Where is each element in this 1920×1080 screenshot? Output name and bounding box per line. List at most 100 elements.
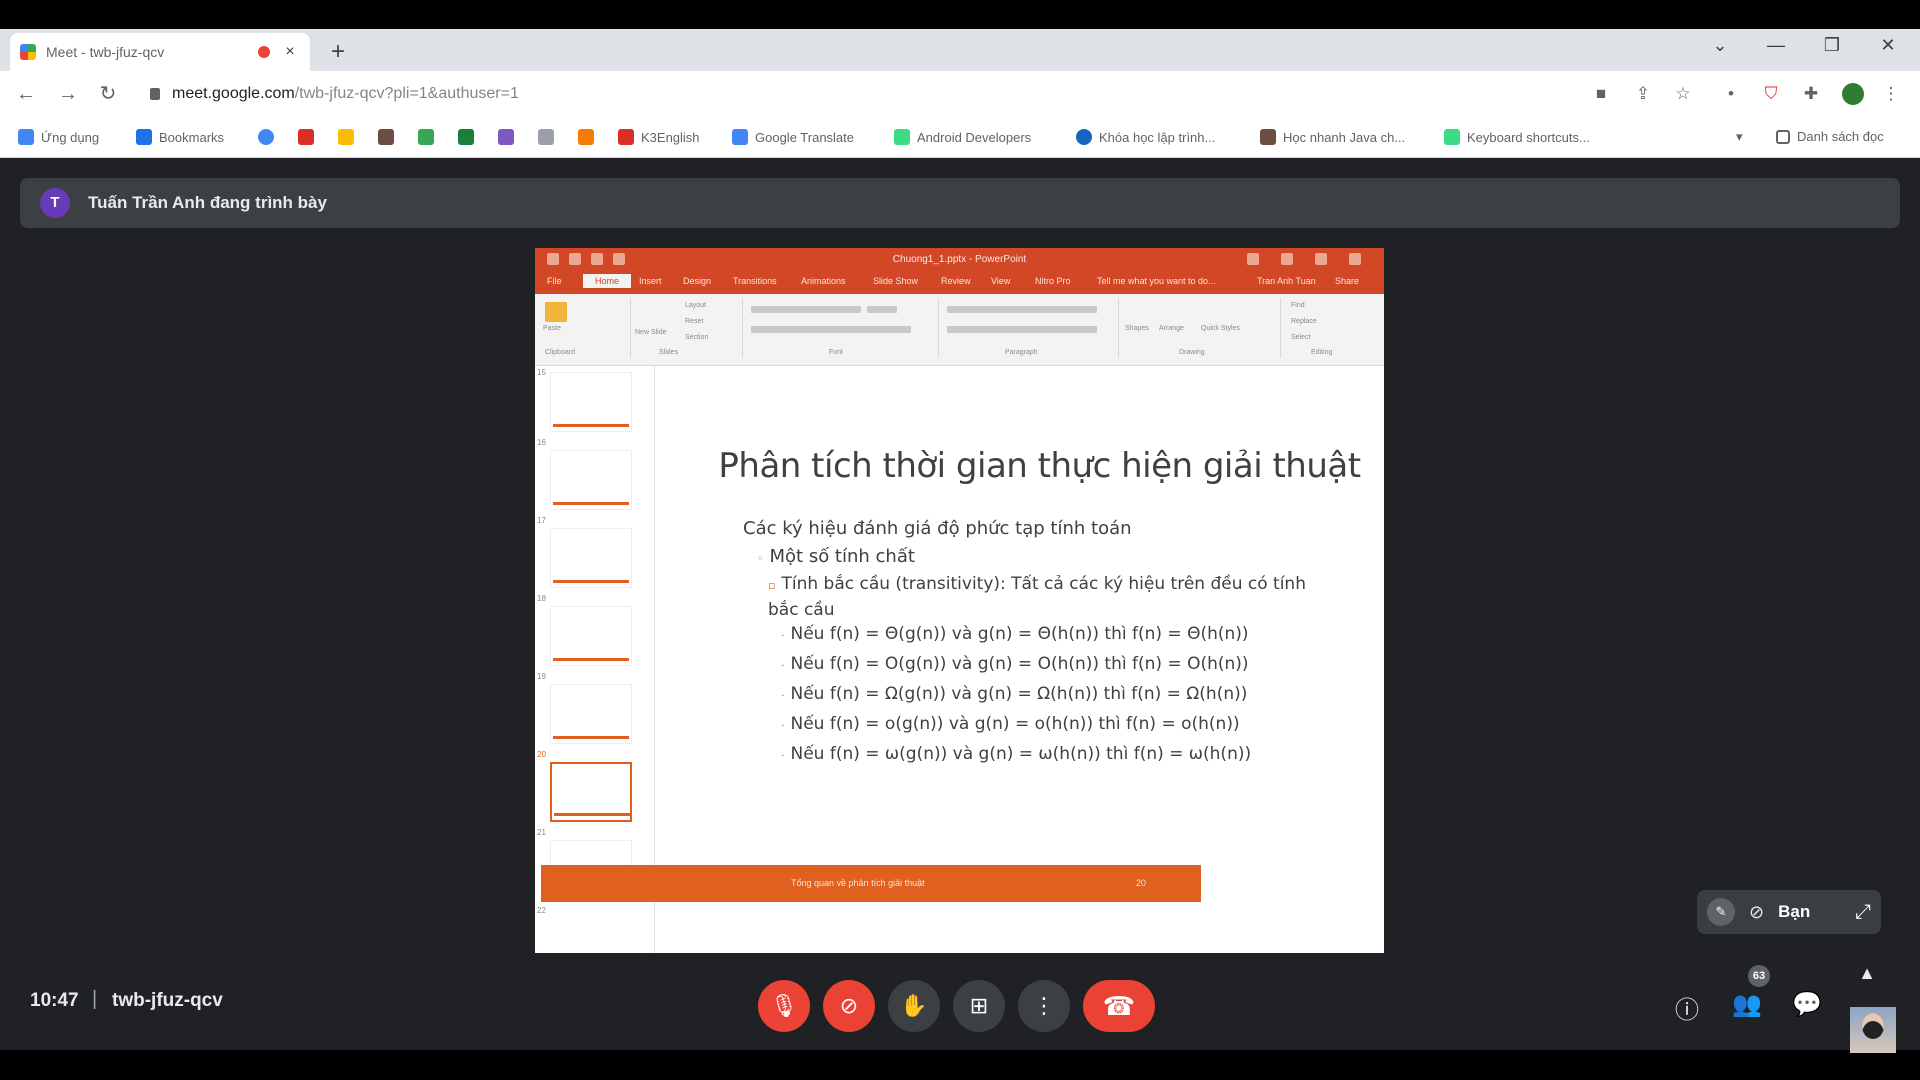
- camera-toggle-button[interactable]: ⊘: [823, 980, 875, 1032]
- pp-tab-slideshow: Slide Show: [873, 276, 919, 286]
- bookmark-bookmarks[interactable]: Bookmarks: [136, 129, 224, 145]
- bookmark-khoa-hoc[interactable]: Khóa học lập trình...: [1076, 129, 1215, 145]
- bookmark-icon-only[interactable]: [338, 129, 354, 145]
- extensions-puzzle-icon[interactable]: ✚: [1800, 83, 1822, 105]
- present-button[interactable]: ⊞: [953, 980, 1005, 1032]
- bookmark-label: Ứng dụng: [41, 129, 100, 145]
- ribbon-group-label: Paragraph: [1005, 349, 1038, 356]
- screen: Meet - twb-jfuz-qcv × + ⌄ — ❐ ✕ ← → ↻ me…: [0, 0, 1920, 1080]
- thumb-footer-bar: [553, 502, 629, 505]
- thumb-number: 17: [537, 516, 546, 525]
- bookmark-icon-only[interactable]: [298, 129, 314, 145]
- thumb-number: 16: [537, 438, 546, 447]
- self-view-tile[interactable]: ✎ ⊘ Bạn ⤢: [1697, 890, 1881, 934]
- bookmark-label: Google Translate: [755, 129, 855, 145]
- bookmark-android-developers[interactable]: Android Developers: [894, 129, 1031, 145]
- back-icon[interactable]: ←: [10, 79, 42, 111]
- ribbon-item-layout: Layout: [685, 302, 707, 309]
- ribbon-group-drawing: Shapes Arrange Quick Styles Drawing: [1119, 298, 1281, 358]
- present-screen-icon: ⊞: [969, 993, 989, 1018]
- font-name-box: [751, 306, 861, 313]
- thumb-footer-bar: [554, 813, 630, 816]
- browser-chrome: Meet - twb-jfuz-qcv × + ⌄ — ❐ ✕ ← → ↻ me…: [0, 29, 1920, 158]
- self-label: Bạn: [1778, 902, 1811, 921]
- bullet-mark: ·: [781, 629, 785, 642]
- new-tab-button[interactable]: +: [322, 37, 354, 69]
- ribbon-group-paragraph: Paragraph: [939, 298, 1119, 358]
- bookmark-icon-only[interactable]: [258, 129, 274, 145]
- align-buttons: [947, 326, 1097, 333]
- camera-icon[interactable]: ■: [1590, 83, 1612, 105]
- site-icon: [498, 129, 514, 145]
- pp-tab-design: Design: [683, 276, 712, 286]
- slide-thumbnail: [550, 606, 632, 666]
- menu-kebab-icon[interactable]: ⋮: [1880, 83, 1902, 105]
- bookmark-icon-only[interactable]: [578, 129, 594, 145]
- bookmark-java[interactable]: Học nhanh Java ch...: [1260, 129, 1405, 145]
- presenter-text: Tuấn Trần Anh đang trình bày: [88, 193, 327, 212]
- pp-tell-me: Tell me what you want to do...: [1097, 276, 1216, 286]
- powerpoint-ribbon: Paste Clipboard New Slide Layout Reset S…: [535, 294, 1384, 366]
- undo-icon: [569, 253, 581, 265]
- bookmarks-overflow-icon[interactable]: ▾: [1736, 129, 1743, 145]
- restore-icon[interactable]: ❐: [1812, 35, 1852, 56]
- meet-icon: [418, 129, 434, 145]
- ribbon-item-reset: Reset: [685, 318, 704, 325]
- bookmark-icon-only[interactable]: [418, 129, 434, 145]
- bookmark-icon-only[interactable]: [378, 129, 394, 145]
- bookmarks-bar: Ứng dụng Bookmarks K3English Google Tran…: [0, 117, 1920, 158]
- hang-up-icon: ☎: [1102, 991, 1136, 1021]
- pp-restore-icon: [1315, 253, 1327, 265]
- people-icon[interactable]: 👥: [1730, 990, 1764, 1019]
- thumb-number: 20: [537, 750, 546, 759]
- ribbon-item-arrange: Arrange: [1159, 325, 1184, 332]
- expand-icon[interactable]: ⤢: [1855, 901, 1871, 924]
- bookmark-icon-only[interactable]: [498, 129, 514, 145]
- tab-title: Meet - twb-jfuz-qcv: [46, 44, 165, 60]
- bookmark-google-translate[interactable]: Google Translate: [732, 129, 854, 145]
- bullet-mark: ▫: [768, 579, 776, 592]
- activities-icon[interactable]: ▲: [1850, 963, 1884, 984]
- font-format-buttons: [751, 326, 911, 333]
- extension-dot-icon[interactable]: •: [1720, 83, 1742, 105]
- bookmark-keyboard-shortcuts[interactable]: Keyboard shortcuts...: [1444, 129, 1590, 145]
- thumb-number: 21: [537, 828, 546, 837]
- close-tab-icon[interactable]: ×: [280, 43, 300, 61]
- profile-avatar-icon[interactable]: [1842, 83, 1864, 105]
- bookmark-apps[interactable]: Ứng dụng: [18, 129, 99, 145]
- mic-toggle-button[interactable]: 🎙: [758, 980, 810, 1032]
- leave-call-button[interactable]: ☎: [1083, 980, 1155, 1032]
- browser-tab[interactable]: Meet - twb-jfuz-qcv ×: [10, 33, 310, 71]
- meeting-info-icon[interactable]: ⓘ: [1670, 990, 1704, 1025]
- minimize-icon[interactable]: —: [1756, 35, 1796, 56]
- shield-extension-icon[interactable]: ⛉: [1760, 83, 1782, 105]
- reading-list[interactable]: Danh sách đọc: [1776, 129, 1884, 144]
- raise-hand-button[interactable]: ✋: [888, 980, 940, 1032]
- site-icon: [298, 129, 314, 145]
- bookmark-star-icon[interactable]: ☆: [1672, 83, 1694, 105]
- presenter-avatar: T: [40, 188, 70, 218]
- share-icon[interactable]: ⇪: [1632, 83, 1654, 105]
- more-options-button[interactable]: ⋮: [1018, 980, 1070, 1032]
- ribbon-group-editing: Find Replace Select Editing: [1281, 298, 1381, 358]
- forward-icon[interactable]: →: [52, 79, 84, 111]
- paste-icon: [545, 302, 567, 322]
- bookmark-icon-only[interactable]: [458, 129, 474, 145]
- slide-thumbnail-selected: [550, 762, 632, 822]
- bookmark-k3english[interactable]: K3English: [618, 129, 700, 145]
- reload-icon[interactable]: ↻: [92, 79, 124, 111]
- rule-text: Nếu f(n) = O(g(n)) và g(n) = O(h(n)) thì…: [790, 654, 1249, 674]
- redo-icon: [591, 253, 603, 265]
- thumb-footer-bar: [553, 424, 629, 427]
- browser-toolbar: ← → ↻ meet.google.com/twb-jfuz-qcv?pli=1…: [0, 71, 1920, 117]
- android-icon: [894, 129, 910, 145]
- chat-icon[interactable]: 💬: [1790, 990, 1824, 1019]
- rule-text: Nếu f(n) = ω(g(n)) và g(n) = ω(h(n)) thì…: [790, 744, 1252, 764]
- tab-search-icon[interactable]: ⌄: [1700, 35, 1740, 56]
- bookmark-icon-only[interactable]: [538, 129, 554, 145]
- address-bar[interactable]: meet.google.com/twb-jfuz-qcv?pli=1&authu…: [140, 77, 1560, 111]
- meeting-code: twb-jfuz-qcv: [112, 990, 223, 1011]
- ribbon-item-find: Find: [1291, 302, 1305, 309]
- close-window-icon[interactable]: ✕: [1868, 35, 1908, 56]
- pp-user-name: Tran Anh Tuan: [1257, 276, 1316, 286]
